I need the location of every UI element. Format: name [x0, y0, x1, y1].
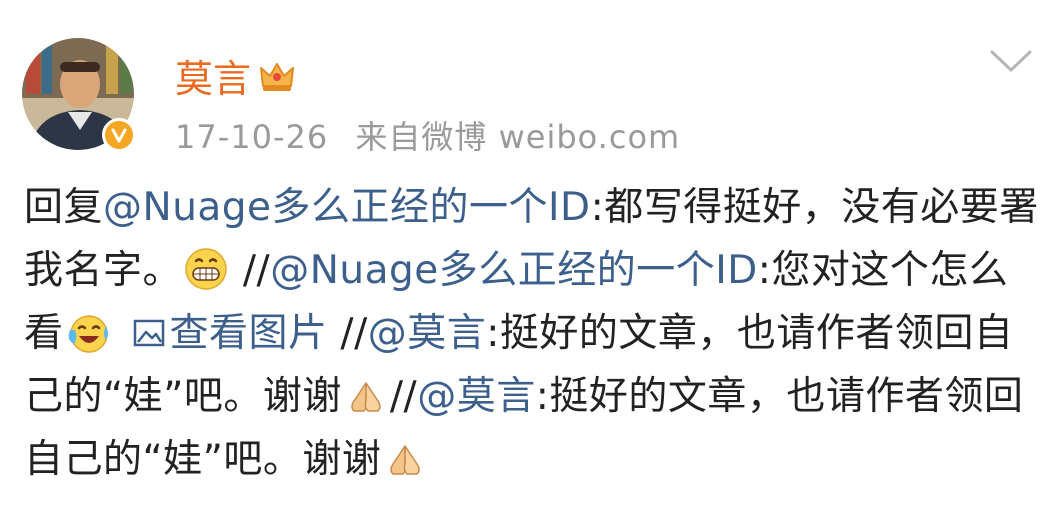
laugh-cry-emoji-icon — [66, 310, 110, 354]
separator: // — [230, 248, 271, 293]
image-icon[interactable] — [132, 306, 166, 347]
mention-link[interactable]: @莫言 — [417, 374, 536, 419]
post-meta: 17-10-26 来自微博 weibo.com — [175, 112, 680, 158]
chevron-down-icon[interactable] — [988, 46, 1034, 76]
author-name[interactable]: 莫言 — [175, 48, 251, 103]
mention-link[interactable]: @莫言 — [368, 311, 487, 356]
separator: // — [327, 311, 368, 356]
praying-hands-emoji-icon — [383, 436, 427, 480]
praying-hands-emoji-icon — [344, 373, 388, 417]
verified-v-badge — [102, 118, 136, 152]
post-content: 回复@Nuage多么正经的一个ID:都写得挺好，没有必要署我名字。 //@Nua… — [24, 176, 1044, 491]
post-source[interactable]: 来自微博 weibo.com — [355, 118, 680, 156]
view-image-link[interactable]: 查看图片 — [170, 311, 328, 356]
avatar[interactable] — [22, 38, 136, 152]
crown-icon[interactable] — [257, 56, 297, 96]
mention-link[interactable]: @Nuage多么正经的一个ID — [270, 248, 758, 293]
post-date: 17-10-26 — [175, 118, 329, 156]
post-header: 莫言 17-10-26 来自微博 weibo.com — [0, 0, 1063, 170]
grin-emoji-icon — [184, 247, 228, 291]
reply-prefix: 回复 — [24, 185, 104, 230]
author-name-row: 莫言 — [175, 48, 297, 103]
mention-link[interactable]: @Nuage多么正经的一个ID — [103, 185, 591, 230]
separator: // — [389, 374, 418, 419]
